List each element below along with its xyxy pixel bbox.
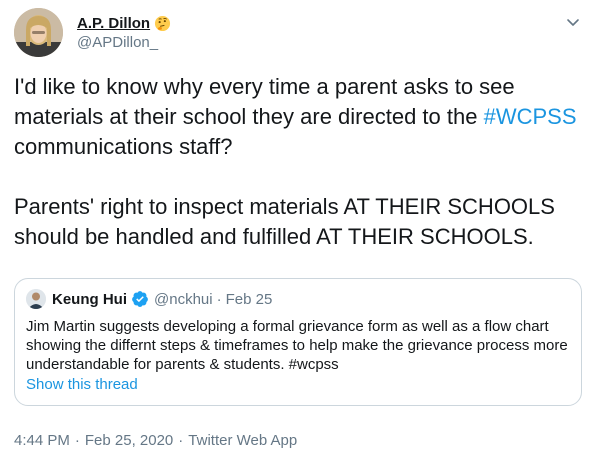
quoted-tweet-date[interactable]: Feb 25 <box>226 291 273 308</box>
chevron-down-icon[interactable] <box>565 14 581 30</box>
tweet-metadata: 4:44 PM · Feb 25, 2020 · Twitter Web App <box>14 432 297 449</box>
quoted-author-name[interactable]: Keung Hui <box>52 291 127 308</box>
thinking-face-icon <box>155 15 171 31</box>
separator-dot: · <box>216 290 222 308</box>
tweet-card: A.P. Dillon @APDillon_ I'd like to know … <box>0 0 597 465</box>
quoted-tweet[interactable]: Keung Hui @nckhui · Feb 25 Jim Martin su… <box>14 278 582 406</box>
tweet-paragraph-1: I'd like to know why every time a parent… <box>14 72 584 162</box>
tweet-paragraph-2: Parents' right to inspect materials AT T… <box>14 194 555 249</box>
tweet-text-segment: I'd like to know why every time a parent… <box>14 74 515 129</box>
hashtag-link[interactable]: #WCPSS <box>484 104 577 129</box>
separator-dot: · <box>74 432 80 449</box>
tweet-time[interactable]: 4:44 PM <box>14 432 70 449</box>
source-app-link[interactable]: Twitter Web App <box>188 432 297 449</box>
quoted-tweet-header: Keung Hui @nckhui · Feb 25 <box>26 289 272 309</box>
quoted-tweet-text: Jim Martin suggests developing a formal … <box>26 318 568 373</box>
quoted-author-avatar[interactable] <box>26 289 46 309</box>
show-thread-link[interactable]: Show this thread <box>26 376 138 393</box>
verified-badge-icon <box>132 291 148 307</box>
quoted-author-handle[interactable]: @nckhui <box>154 291 213 308</box>
tweet-date[interactable]: Feb 25, 2020 <box>85 432 173 449</box>
tweet-text: I'd like to know why every time a parent… <box>14 72 584 252</box>
author-handle[interactable]: @APDillon_ <box>77 34 171 51</box>
author-name[interactable]: A.P. Dillon <box>77 15 150 32</box>
tweet-text-segment: communications staff? <box>14 134 233 159</box>
separator-dot: · <box>178 432 184 449</box>
author-avatar[interactable] <box>14 8 63 57</box>
author-block: A.P. Dillon @APDillon_ <box>77 13 171 51</box>
